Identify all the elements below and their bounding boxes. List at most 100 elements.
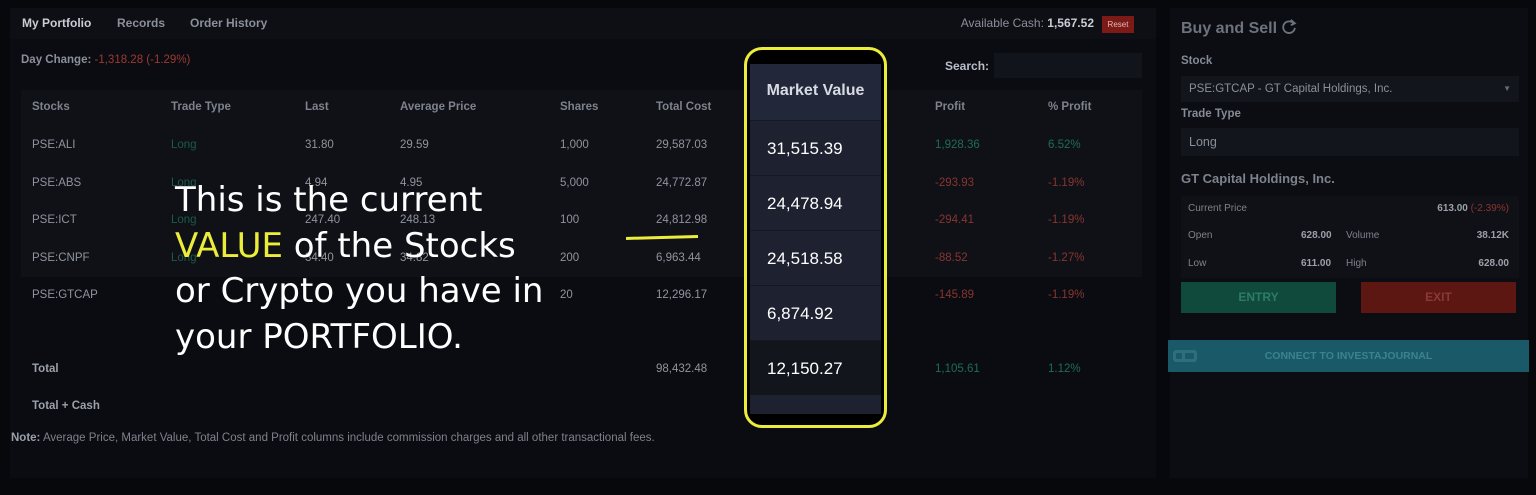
available-cash-value: 1,567.52 [1047, 16, 1094, 30]
connect-investajournal-label: CONNECT TO INVESTAJOURNAL [1264, 350, 1433, 362]
stock-select-value: PSE:GTCAP - GT Capital Holdings, Inc. [1189, 83, 1393, 95]
entry-button[interactable]: ENTRY [1181, 282, 1336, 313]
cell-total-cost: 12,296.17 [656, 289, 708, 301]
available-cash: Available Cash: 1,567.52 [961, 16, 1094, 30]
total-pct-profit: 1.12% [1048, 363, 1081, 375]
market-value-cell: 6,874.92 [750, 285, 881, 340]
open-label: Open [1188, 230, 1213, 241]
col-header-last[interactable]: Last [305, 101, 329, 113]
cell-stock[interactable]: PSE:GTCAP [32, 289, 98, 301]
low-label: Low [1188, 258, 1207, 269]
tab-my-portfolio[interactable]: My Portfolio [22, 16, 91, 30]
total-cost: 98,432.48 [656, 363, 708, 375]
cell-pct-profit: -1.19% [1048, 214, 1085, 226]
market-value-cell: 12,150.27 [750, 340, 881, 395]
current-price: 613.00 (-2.39%) [1437, 203, 1509, 214]
col-header-stocks[interactable]: Stocks [32, 101, 70, 113]
market-value-column: Market Value 31,515.39 24,478.94 24,518.… [750, 64, 881, 414]
day-change-value: -1,318.28 (-1.29%) [94, 54, 191, 66]
refresh-icon[interactable] [1280, 18, 1298, 36]
footnote-label: Note: [11, 432, 41, 444]
cell-profit: -293.93 [935, 177, 975, 189]
cell-profit: -88.52 [935, 252, 968, 264]
high-label: High [1346, 258, 1367, 269]
chevron-down-icon: ▼ [1503, 84, 1511, 93]
cell-stock[interactable]: PSE:CNPF [32, 252, 90, 264]
annotation-caption: This is the current VALUE of the Stocks … [175, 178, 543, 360]
day-change: Day Change: -1,318.28 (-1.29%) [21, 54, 190, 66]
low-value: 611.00 [1301, 258, 1332, 269]
col-header-profit[interactable]: Profit [935, 101, 965, 113]
cell-total-cost: 24,772.87 [656, 177, 708, 189]
trade-type-field[interactable]: Long [1181, 128, 1519, 156]
cell-profit: -145.89 [935, 289, 975, 301]
cell-shares: 200 [560, 252, 580, 264]
stock-label: Stock [1181, 55, 1213, 67]
total-profit: 1,105.61 [935, 363, 980, 375]
total-label: Total [32, 363, 59, 375]
current-price-change: (-2.39%) [1470, 203, 1509, 214]
col-header-average-price[interactable]: Average Price [400, 101, 476, 113]
total-cash-label: Total + Cash [32, 400, 100, 412]
market-value-callout: Market Value 31,515.39 24,478.94 24,518.… [744, 47, 887, 428]
quote-info: Current Price 613.00 (-2.39%) Open 628.0… [1181, 196, 1519, 278]
tab-records[interactable]: Records [117, 16, 165, 30]
current-price-value: 613.00 [1437, 203, 1468, 214]
cell-profit: -294.41 [935, 214, 975, 226]
market-value-cell: 24,518.58 [750, 230, 881, 285]
trade-type-value: Long [1189, 135, 1217, 149]
cell-pct-profit: -1.19% [1048, 289, 1085, 301]
buy-sell-title: Buy and Sell [1181, 20, 1278, 37]
buy-sell-panel: Buy and Sell Stock PSE:GTCAP - GT Capita… [1168, 8, 1529, 478]
market-value-header: Market Value [750, 64, 881, 120]
col-header-trade-type[interactable]: Trade Type [171, 101, 231, 113]
cell-total-cost: 6,963.44 [656, 252, 701, 264]
exit-button[interactable]: EXIT [1361, 282, 1516, 313]
caption-line-2: VALUE of the Stocks [175, 224, 543, 270]
stock-select[interactable]: PSE:GTCAP - GT Capital Holdings, Inc. ▼ [1181, 76, 1519, 102]
high-value: 628.00 [1478, 258, 1509, 269]
tab-order-history[interactable]: Order History [190, 16, 267, 30]
col-header-pct-profit[interactable]: % Profit [1048, 101, 1091, 113]
cell-shares: 1,000 [560, 139, 589, 151]
cell-pct-profit: -1.19% [1048, 177, 1085, 189]
search-label: Search: [945, 59, 990, 73]
cell-shares: 100 [560, 214, 580, 226]
caption-line-1: This is the current [175, 180, 483, 220]
cell-last: 31.80 [305, 139, 334, 151]
cell-shares: 5,000 [560, 177, 589, 189]
caption-line-3: or Crypto you have in [175, 271, 544, 311]
search-input[interactable] [994, 53, 1142, 78]
cell-profit: 1,928.36 [935, 139, 980, 151]
volume-label: Volume [1346, 230, 1380, 241]
available-cash-label: Available Cash: [960, 16, 1044, 30]
cell-average-price: 29.59 [400, 139, 429, 151]
volume-value: 38.12K [1476, 230, 1509, 241]
caption-highlight: VALUE [175, 225, 283, 266]
cell-stock[interactable]: PSE:ABS [32, 177, 81, 189]
trade-type-label: Trade Type [1181, 108, 1241, 120]
caption-line-4: your PORTFOLIO. [175, 316, 463, 357]
tabs-bar: My Portfolio Records Order History Avail… [10, 8, 1156, 39]
day-change-label: Day Change: [21, 54, 92, 66]
cell-stock[interactable]: PSE:ICT [32, 214, 77, 226]
market-value-cell: 31,515.39 [750, 120, 881, 175]
cell-shares: 20 [560, 289, 573, 301]
investajournal-logo-icon [1173, 350, 1197, 362]
current-price-label: Current Price [1188, 203, 1247, 214]
footnote-text: Average Price, Market Value, Total Cost … [40, 432, 655, 444]
col-header-shares[interactable]: Shares [560, 101, 598, 113]
reset-button[interactable]: Reset [1102, 16, 1134, 33]
connect-investajournal-button[interactable]: CONNECT TO INVESTAJOURNAL [1168, 340, 1529, 372]
footnote: Note: Average Price, Market Value, Total… [11, 432, 655, 444]
cell-trade-type: Long [171, 139, 197, 151]
market-value-cell: 24,478.94 [750, 175, 881, 230]
company-name: GT Capital Holdings, Inc. [1181, 171, 1335, 186]
col-header-total-cost[interactable]: Total Cost [656, 101, 711, 113]
cell-stock[interactable]: PSE:ALI [32, 139, 75, 151]
cell-total-cost: 29,587.03 [656, 139, 708, 151]
cell-pct-profit: -1.27% [1048, 252, 1085, 264]
cell-total-cost: 24,812.98 [656, 214, 708, 226]
cell-pct-profit: 6.52% [1048, 139, 1081, 151]
caption-line-2-rest: of the Stocks [282, 225, 516, 266]
